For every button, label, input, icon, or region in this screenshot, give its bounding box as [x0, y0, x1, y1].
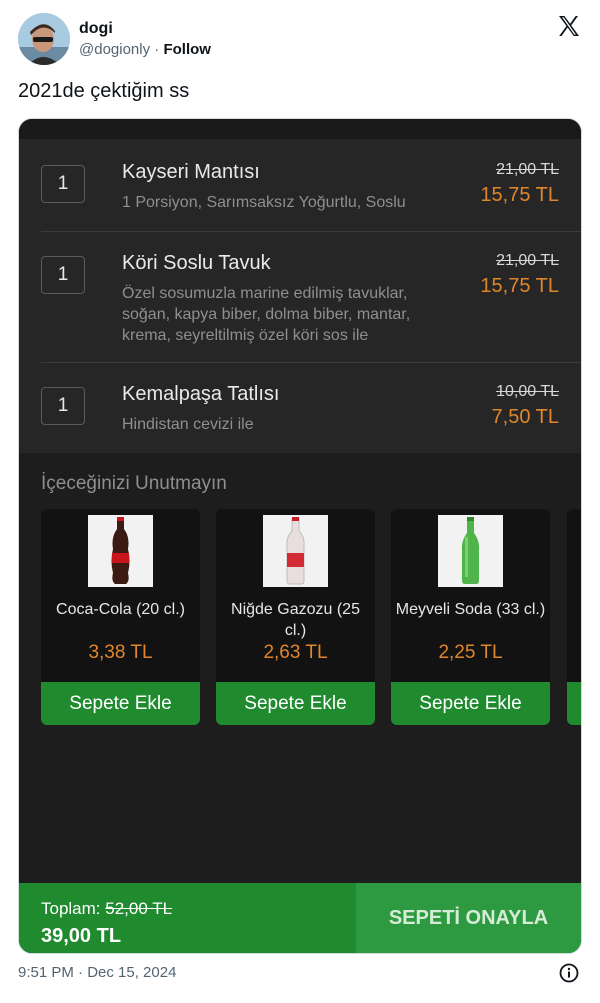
drink-card[interactable]: Coca-Cola (20 cl.) 3,38 TL Sepete Ekle	[41, 509, 200, 725]
add-to-cart-button-partial[interactable]	[567, 682, 581, 725]
drinks-section-title: İçeceğinizi Unutmayın	[41, 473, 227, 494]
discounted-price: 7,50 TL	[491, 406, 559, 428]
drink-card-partial[interactable]	[567, 509, 581, 725]
drink-name: Meyveli Soda (33 cl.)	[395, 601, 546, 618]
total-label: Toplam:	[41, 899, 101, 918]
drink-price: 2,63 TL	[263, 642, 328, 663]
drink-price: 3,38 TL	[88, 642, 153, 663]
item-description: 1 Porsiyon, Sarımsaksız Yoğurtlu, Soslu	[122, 194, 406, 211]
nigde-gazozu-bottle-image	[263, 515, 328, 587]
item-description: Özel sosumuzla marine edilmiş tavuklar, …	[122, 285, 411, 344]
separator: ·	[154, 41, 160, 58]
quantity-box[interactable]: 1	[41, 165, 85, 203]
old-price: 21,00 TL	[496, 252, 559, 269]
item-name: Kayseri Mantısı	[122, 161, 260, 183]
x-logo-icon[interactable]	[557, 14, 581, 38]
tweet-timestamp[interactable]: 9:51 PM · Dec 15, 2024	[18, 964, 176, 981]
add-to-cart-button[interactable]: Sepete Ekle	[41, 682, 200, 725]
old-price: 10,00 TL	[496, 383, 559, 400]
avatar[interactable]	[18, 13, 70, 65]
item-name: Kemalpaşa Tatlısı	[122, 383, 280, 405]
item-description: Hindistan cevizi ile	[122, 416, 254, 433]
drink-name: Coca-Cola (20 cl.)	[56, 601, 185, 618]
order-item: 1 Kayseri Mantısı 1 Porsiyon, Sarımsaksı…	[19, 139, 581, 231]
discounted-price: 15,75 TL	[480, 184, 559, 206]
drink-card[interactable]: Niğde Gazozu (25 cl.) 2,63 TL Sepete Ekl…	[216, 509, 375, 725]
confirm-cart-button[interactable]: SEPETİ ONAYLA	[356, 883, 581, 953]
add-to-cart-button[interactable]: Sepete Ekle	[391, 682, 550, 725]
order-item: 1 Köri Soslu Tavuk Özel sosumuzla marine…	[19, 232, 581, 362]
old-price: 21,00 TL	[496, 161, 559, 178]
discounted-price: 15,75 TL	[480, 275, 559, 297]
info-icon[interactable]	[559, 963, 579, 983]
attached-screenshot[interactable]: 1 Kayseri Mantısı 1 Porsiyon, Sarımsaksı…	[18, 118, 582, 954]
quantity-box[interactable]: 1	[41, 387, 85, 425]
old-total: 52,00 TL	[105, 899, 173, 918]
order-list: 1 Kayseri Mantısı 1 Porsiyon, Sarımsaksı…	[19, 139, 581, 453]
drink-price: 2,25 TL	[438, 642, 503, 663]
tweet-text: 2021de çektiğim ss	[18, 80, 190, 102]
new-total: 39,00 TL	[41, 925, 122, 947]
cart-total-bar: Toplam: 52,00 TL 39,00 TL SEPETİ ONAYLA	[19, 883, 581, 953]
coca-cola-bottle-image	[88, 515, 153, 587]
handle-row: @dogionly · Follow	[79, 41, 211, 58]
total-line: Toplam: 52,00 TL	[41, 899, 172, 919]
drink-card[interactable]: Meyveli Soda (33 cl.) 2,25 TL Sepete Ekl…	[391, 509, 550, 725]
handle[interactable]: @dogionly	[79, 41, 150, 58]
quantity-box[interactable]: 1	[41, 256, 85, 294]
display-name[interactable]: dogi	[79, 20, 113, 38]
order-item: 1 Kemalpaşa Tatlısı Hindistan cevizi ile…	[19, 363, 581, 453]
add-to-cart-button[interactable]: Sepete Ekle	[216, 682, 375, 725]
follow-button[interactable]: Follow	[163, 41, 211, 58]
screenshot-top-strip	[19, 119, 581, 139]
drink-name: Niğde Gazozu (25 cl.)	[231, 601, 360, 639]
item-name: Köri Soslu Tavuk	[122, 252, 271, 274]
meyveli-soda-bottle-image	[438, 515, 503, 587]
